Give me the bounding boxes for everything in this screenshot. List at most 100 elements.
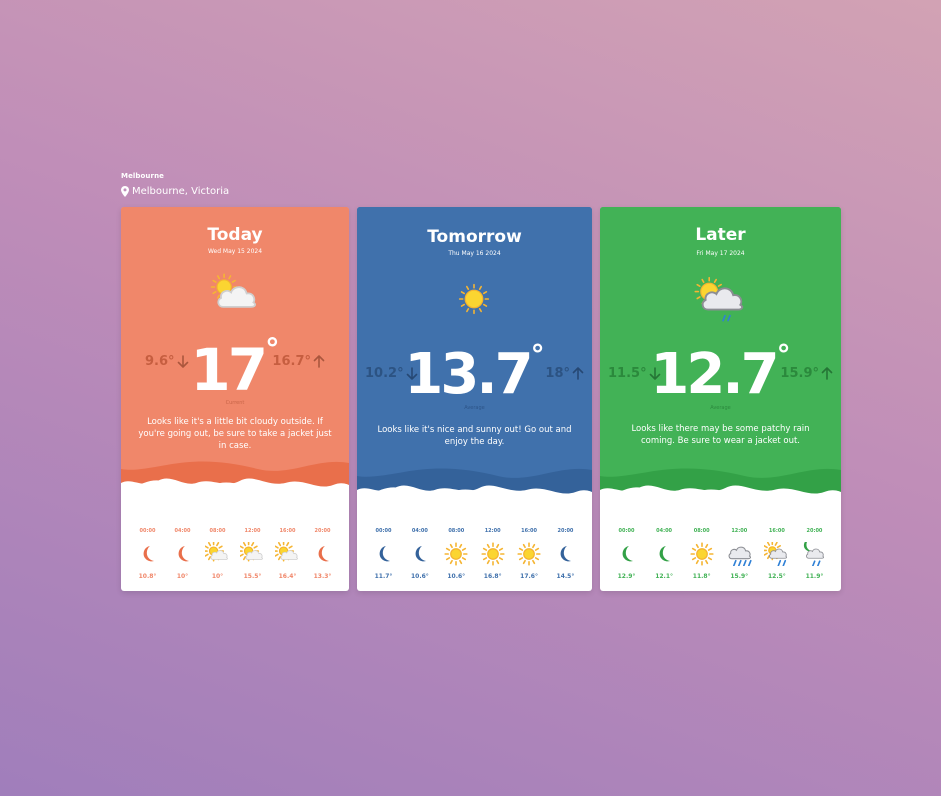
partly-cloudy-icon [205,271,263,317]
hour-temp: 15.5° [243,573,262,580]
hour-time: 16:00 [521,528,538,534]
hour-temp: 10.6° [447,573,466,580]
sun-icon [516,542,542,566]
hourly-item: 08:00 10.6° [440,528,473,580]
high-temp-value: 16.7° [272,354,311,369]
main-temperature-value: 13.7 [404,342,533,407]
hour-temp: 14.5° [556,573,575,580]
partly-cloudy-icon [239,542,266,566]
hour-temp: 10° [176,573,189,580]
partly-cloudy-icon [274,542,301,566]
temperature-caption: Average [464,405,485,411]
hour-temp: 10.8° [138,573,157,580]
hourly-item: 00:00 10.8° [131,528,164,580]
partly-cloudy-icon [204,542,231,566]
hourly-forecast: 00:00 10.8° 04:00 10° 08:00 10° 12:00 15… [131,528,339,580]
hour-temp: 12.9° [617,573,636,580]
temperature-row: 9.6° 17° 16.7° [121,332,349,404]
hourly-item: 00:00 12.9° [610,528,643,580]
hour-temp: 10.6° [410,573,429,580]
card-title: Later [695,225,746,245]
high-temp: 16.7° [272,354,325,369]
card-date: Thu May 16 2024 [448,250,501,257]
hourly-item: 12:00 16.8° [476,528,509,580]
moon-icon [170,542,196,566]
hour-temp: 11.7° [374,573,393,580]
card-date: Wed May 15 2024 [207,248,263,255]
hour-temp: 15.9° [730,573,749,580]
hour-time: 04:00 [411,528,428,534]
hourly-forecast: 00:00 12.9° 04:00 12.1° 08:00 11.8° 12:0… [610,528,831,580]
card-date: Fri May 17 2024 [696,250,745,257]
hourly-item: 00:00 11.7° [367,528,400,580]
moon-icon [310,542,336,566]
hour-time: 16:00 [279,528,296,534]
high-temp: 18° [545,366,584,381]
hourly-item: 16:00 12.5° [760,528,793,580]
forecast-description: Looks like there may be some patchy rain… [631,424,810,446]
high-temp-value: 18° [545,366,570,381]
hourly-item: 16:00 16.4° [271,528,304,580]
temperature-row: 11.5° 12.7° 15.9° [600,338,841,407]
high-temp-value: 15.9° [780,366,819,381]
sun-rain-icon [690,272,750,332]
sun-icon [443,542,469,566]
hour-temp: 12.1° [655,573,673,580]
hour-time: 04:00 [174,528,191,534]
forecast-description: Looks like it's a little bit cloudy outs… [138,417,332,451]
hour-temp: 11.9° [805,573,824,580]
hour-time: 08:00 [448,528,465,534]
hour-time: 04:00 [656,528,673,534]
main-temperature: 17° [121,332,349,404]
hour-temp: 17.6° [520,573,538,580]
hour-time: 12:00 [731,528,748,534]
hour-temp: 12.5° [767,573,786,580]
hourly-item: 20:00 14.5° [549,528,582,580]
hour-temp: 11.8° [692,573,711,580]
hour-time: 20:00 [314,528,331,534]
hour-time: 08:00 [693,528,710,534]
moon-icon [651,542,677,566]
moon-rain-icon [801,542,827,566]
hour-time: 20:00 [806,528,823,534]
hour-time: 12:00 [244,528,261,534]
hour-time: 00:00 [618,528,635,534]
hour-time: 12:00 [484,528,501,534]
sun-icon [689,542,715,566]
hour-temp: 13.3° [313,573,332,580]
hourly-item: 16:00 17.6° [513,528,546,580]
hour-temp: 10° [211,573,224,580]
hour-temp: 16.8° [483,573,502,580]
hour-time: 16:00 [768,528,785,534]
location-label[interactable]: Melbourne, Victoria [121,186,229,197]
high-temp: 15.9° [780,366,833,381]
app-title: Melbourne [121,172,164,180]
hour-time: 08:00 [209,528,226,534]
location-text: Melbourne, Victoria [132,186,230,197]
main-temperature-value: 17 [190,336,268,404]
hourly-item: 08:00 10° [201,528,234,580]
hourly-forecast: 00:00 11.7° 04:00 10.6° 08:00 10.6° 12:0… [367,528,582,580]
hourly-item: 12:00 15.5° [236,528,269,580]
hourly-item: 04:00 10.6° [403,528,436,580]
moon-icon [135,542,161,566]
moon-icon [614,542,640,566]
hourly-item: 20:00 11.9° [798,528,831,580]
sun-icon [453,279,495,323]
sun-rain-icon [763,542,790,566]
map-pin-icon [121,186,129,197]
hourly-item: 04:00 10° [166,528,199,580]
sun-icon [480,542,506,566]
temperature-row: 10.2° 13.7° 18° [357,338,592,407]
main-temperature-value: 12.7 [650,342,779,407]
forecast-card-tomorrow: Tomorrow Thu May 16 2024 10.2° 13.7° 18° … [357,207,592,591]
forecast-card-today: Today Wed May 15 2024 9.6° 17° 16.7° Curr… [121,207,349,591]
moon-icon [407,542,433,566]
drizzle-icon [726,542,752,566]
temperature-caption: Average [710,405,731,411]
hourly-item: 20:00 13.3° [306,528,339,580]
card-title: Today [207,225,263,245]
hour-time: 00:00 [375,528,392,534]
hourly-item: 04:00 12.1° [648,528,681,580]
degree-symbol: ° [530,338,545,371]
